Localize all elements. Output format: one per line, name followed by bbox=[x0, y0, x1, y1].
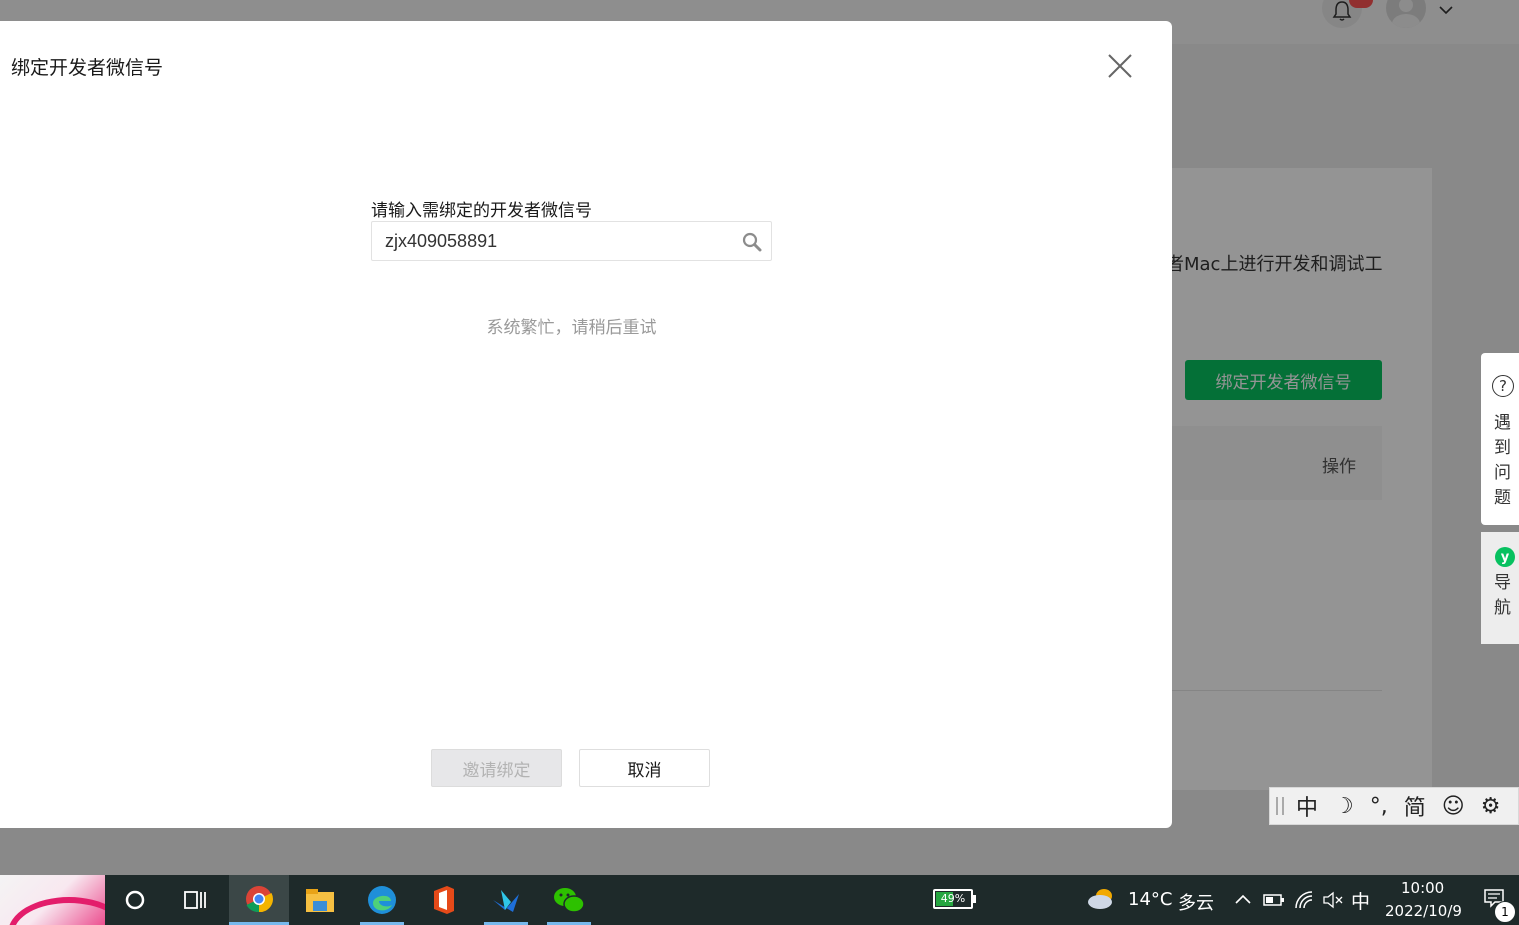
nav-icon: y bbox=[1495, 547, 1515, 567]
clock-date[interactable]: 2022/10/9 bbox=[1385, 902, 1462, 920]
task-view-button[interactable] bbox=[165, 875, 225, 925]
chrome-taskbar-item[interactable] bbox=[229, 875, 289, 925]
chevron-up-icon[interactable] bbox=[1234, 892, 1252, 906]
drag-handle[interactable] bbox=[1276, 797, 1284, 815]
battery-percent: 49% bbox=[940, 892, 966, 905]
close-icon bbox=[1108, 54, 1132, 78]
gear-icon[interactable]: ⚙ bbox=[1481, 794, 1501, 819]
folder-icon bbox=[306, 889, 334, 912]
office-icon bbox=[434, 886, 454, 914]
bind-developer-dialog: 绑定开发者微信号 请输入需绑定的开发者微信号 系统繁忙，请稍后重试 邀请绑定 取… bbox=[0, 21, 1172, 828]
notification-count-badge: 1 bbox=[1494, 901, 1516, 923]
input-method-indicator[interactable]: 中 bbox=[1351, 887, 1370, 914]
edge-taskbar-item[interactable] bbox=[352, 875, 412, 925]
error-message: 系统繁忙，请稍后重试 bbox=[486, 318, 657, 338]
speaker-muted-icon[interactable] bbox=[1322, 891, 1344, 909]
cortana-circle-icon bbox=[125, 890, 145, 910]
weather-description[interactable]: 多云 bbox=[1178, 889, 1214, 915]
wifi-icon[interactable] bbox=[1294, 890, 1316, 910]
office-taskbar-item[interactable] bbox=[414, 875, 474, 925]
battery-tip bbox=[973, 895, 976, 903]
field-label: 请输入需绑定的开发者微信号 bbox=[371, 201, 592, 221]
search-icon[interactable] bbox=[742, 232, 762, 252]
task-view-icon bbox=[184, 891, 206, 909]
cancel-button[interactable]: 取消 bbox=[579, 749, 710, 787]
wechat-icon bbox=[554, 888, 585, 913]
chrome-icon bbox=[246, 885, 273, 912]
battery-tray-icon[interactable] bbox=[1263, 892, 1285, 908]
wechat-taskbar-item[interactable] bbox=[539, 875, 599, 925]
start-button[interactable] bbox=[0, 875, 105, 925]
help-label: 遇到问题 bbox=[1494, 413, 1511, 508]
nav-widget[interactable]: y 导航 bbox=[1481, 532, 1519, 644]
cortana-button[interactable] bbox=[105, 875, 165, 925]
question-icon: ? bbox=[1492, 375, 1514, 397]
close-button[interactable] bbox=[1104, 50, 1136, 82]
ime-mode-toggle[interactable]: 中 bbox=[1296, 790, 1318, 822]
clock-time[interactable]: 10:00 bbox=[1401, 879, 1444, 897]
ime-toolbar: 中 ☽ °, 简 ☺ ⚙ bbox=[1269, 787, 1519, 825]
wechat-id-input[interactable] bbox=[385, 222, 735, 260]
emoji-icon[interactable]: ☺ bbox=[1442, 794, 1465, 819]
simplified-toggle[interactable]: 简 bbox=[1404, 790, 1426, 822]
help-widget[interactable]: ? 遇到问题 bbox=[1481, 353, 1519, 525]
invite-bind-button[interactable]: 邀请绑定 bbox=[431, 749, 562, 787]
bird-app-icon bbox=[493, 890, 519, 912]
file-explorer-taskbar-item[interactable] bbox=[290, 875, 350, 925]
weather-temperature[interactable]: 14°C bbox=[1128, 889, 1172, 910]
bird-app-taskbar-item[interactable] bbox=[476, 875, 536, 925]
edge-icon bbox=[368, 886, 396, 914]
moon-icon[interactable]: ☽ bbox=[1334, 794, 1354, 819]
wechat-id-search-box bbox=[371, 221, 772, 261]
battery-indicator[interactable]: 49% bbox=[933, 889, 973, 909]
punctuation-toggle[interactable]: °, bbox=[1370, 794, 1388, 819]
nav-label: 导航 bbox=[1494, 573, 1511, 618]
taskbar bbox=[0, 875, 1519, 925]
cloud-icon[interactable] bbox=[1086, 887, 1118, 911]
dialog-title: 绑定开发者微信号 bbox=[11, 57, 164, 79]
